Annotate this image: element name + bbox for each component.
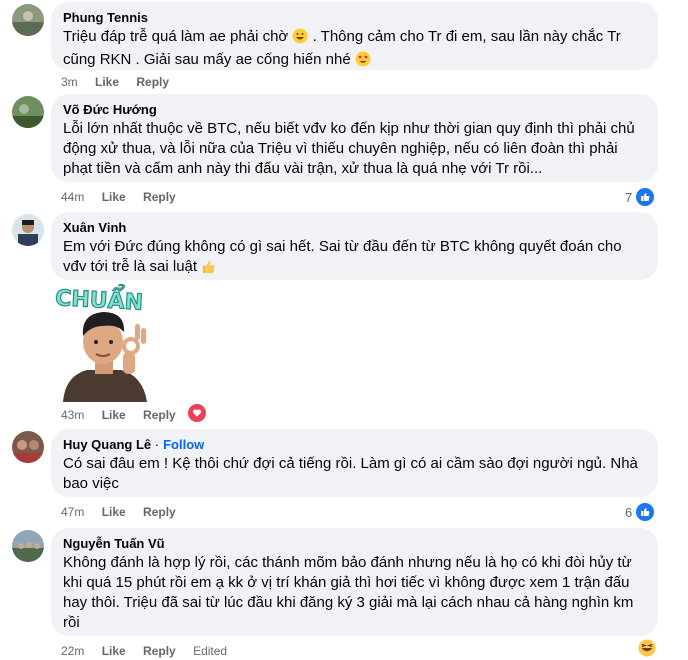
comment-text: Có sai đâu em ! Kệ thôi chứ đợi cả tiếng…: [63, 455, 638, 492]
sticker-text: CHUẨN: [55, 284, 144, 316]
comment-text: Triệu đáp trễ quá làm ae phải chờ . Thôn…: [63, 27, 646, 73]
avatar[interactable]: [12, 96, 44, 128]
like-button[interactable]: Like: [102, 190, 126, 204]
comment-meta: 44m Like Reply: [61, 189, 190, 205]
comment-author[interactable]: Huy Quang Lê: [63, 437, 151, 452]
like-button[interactable]: Like: [102, 505, 126, 519]
like-button[interactable]: Like: [95, 75, 119, 89]
comment-bubble: Xuân Vinh Em với Đức đúng không có gì sa…: [51, 212, 658, 280]
reaction-summary[interactable]: 6: [625, 502, 656, 522]
comment-bubble: Nguyễn Tuấn Vũ Không đánh là hợp lý rồi,…: [51, 528, 658, 636]
haha-reaction-icon: [638, 639, 656, 660]
comment-author[interactable]: Võ Đức Hướng: [63, 102, 646, 118]
comment-text: Lỗi lớn nhất thuộc về BTC, nếu biết vđv …: [63, 120, 635, 177]
reply-button[interactable]: Reply: [143, 505, 176, 519]
avatar[interactable]: [12, 214, 44, 246]
comment-bubble: Võ Đức Hướng Lỗi lớn nhất thuộc về BTC, …: [51, 94, 658, 182]
avatar[interactable]: [12, 4, 44, 36]
comment-meta: 3m Like Reply: [61, 74, 183, 90]
separator-dot: ·: [154, 437, 160, 452]
comment-time[interactable]: 43m: [61, 408, 84, 422]
comment-time[interactable]: 3m: [61, 75, 78, 89]
comment-meta: 43m Like Reply: [61, 407, 190, 423]
like-reaction-icon: [635, 502, 656, 522]
reply-button[interactable]: Reply: [136, 75, 169, 89]
comment-author-row: Huy Quang Lê · Follow: [63, 437, 646, 453]
like-button[interactable]: Like: [102, 408, 126, 422]
comment-meta: 22m Like Reply Edited: [61, 643, 241, 659]
grinning-sweat-emoji-icon: [292, 28, 308, 50]
reaction-count: 7: [625, 189, 633, 205]
comment-meta: 47m Like Reply: [61, 504, 190, 520]
comment-bubble: Huy Quang Lê · Follow Có sai đâu em ! Kệ …: [51, 429, 658, 497]
love-reaction-icon: [188, 404, 206, 422]
thumbs-up-emoji-icon: [201, 259, 216, 280]
reply-button[interactable]: Reply: [143, 408, 176, 422]
comment-time[interactable]: 44m: [61, 190, 84, 204]
comment-author[interactable]: Nguyễn Tuấn Vũ: [63, 536, 646, 552]
avatar[interactable]: [12, 431, 44, 463]
reaction-summary[interactable]: [638, 639, 656, 660]
comment-author[interactable]: Xuân Vinh: [63, 220, 646, 236]
comment-bubble: Phung Tennis Triệu đáp trễ quá làm ae ph…: [51, 2, 658, 70]
comment-text: Không đánh là hợp lý rồi, các thánh mõm …: [63, 554, 634, 631]
comment-time[interactable]: 47m: [61, 505, 84, 519]
reply-button[interactable]: Reply: [143, 190, 176, 204]
like-reaction-icon: [635, 187, 656, 207]
comment-text: Em với Đức đúng không có gì sai hết. Sai…: [63, 237, 646, 280]
reaction-summary[interactable]: [188, 404, 206, 422]
heart-eyes-emoji-icon: [355, 51, 371, 73]
sticker[interactable]: CHUẨN: [51, 281, 169, 402]
follow-button[interactable]: Follow: [163, 437, 204, 452]
reaction-count: 6: [625, 504, 633, 520]
reaction-summary[interactable]: 7: [625, 187, 656, 207]
comment-author[interactable]: Phung Tennis: [63, 10, 646, 26]
avatar[interactable]: [12, 530, 44, 562]
